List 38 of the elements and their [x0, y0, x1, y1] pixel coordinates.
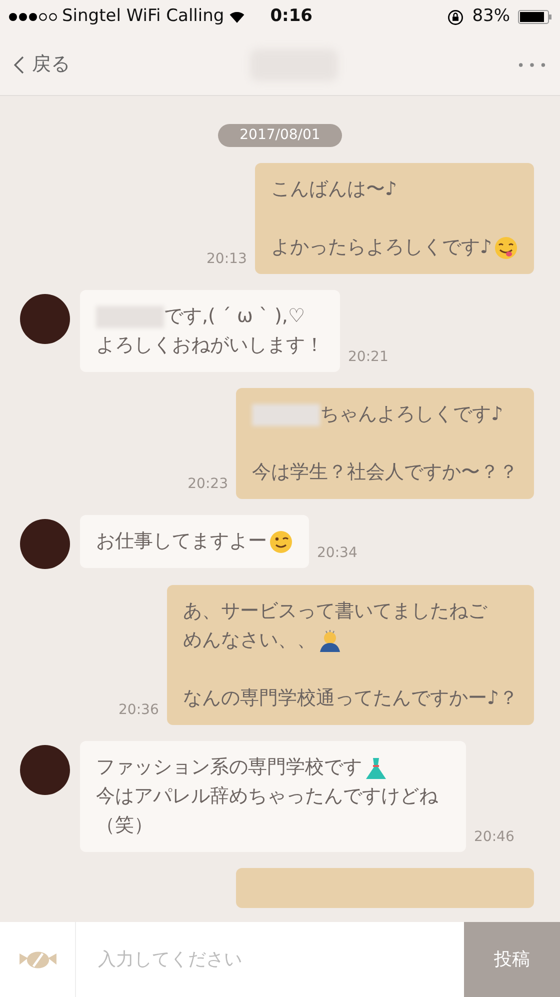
tongue-face-icon — [494, 236, 518, 260]
date-label: 2017/08/01 — [218, 124, 342, 147]
dress-icon — [364, 756, 388, 780]
more-icon — [518, 62, 546, 68]
message-text: よかったらよろしくです♪ — [270, 235, 492, 260]
message-time: 20:21 — [347, 348, 390, 367]
message-text: ファッション系の専門学校です — [96, 755, 362, 780]
message-text: なんの専門学校通ってたんですかー♪？ — [182, 686, 518, 711]
winking-face-icon — [269, 530, 293, 554]
battery-icon — [518, 10, 552, 24]
message-time: 20:23 — [186, 475, 229, 494]
message-text: ちゃんよろしくです♪ — [320, 402, 504, 427]
redacted-name — [252, 404, 320, 426]
message-text: 今は学生？社会人ですか〜？？ — [252, 460, 518, 485]
wifi-icon — [228, 10, 246, 24]
message-text: よろしくおねがいします！ — [96, 333, 324, 358]
avatar — [20, 745, 70, 795]
battery-percent: 83% — [472, 5, 510, 28]
message-time: 20:34 — [316, 544, 358, 563]
message-time: 20:46 — [473, 828, 516, 847]
message-text: 今はアパレル辞めちゃったんですけどね（笑） — [96, 784, 439, 838]
message-input[interactable]: 入力してください — [76, 922, 464, 997]
message-text: あ、サービスって書いてましたねご — [182, 599, 487, 624]
message-text: こんばんは〜♪ — [270, 177, 397, 202]
message-text: めんなさい、、 — [182, 628, 316, 653]
rotation-lock-icon — [447, 8, 464, 26]
signal-icon — [8, 12, 58, 22]
bowing-person-icon — [318, 628, 342, 652]
chevron-left-icon — [14, 56, 24, 74]
back-button[interactable]: 戻る — [10, 46, 74, 83]
avatar — [20, 294, 70, 344]
status-time: 0:16 — [270, 5, 312, 28]
message-text: です,( ´ ω ` ),♡ — [164, 304, 306, 329]
avatar — [20, 519, 70, 569]
carrier-name: Singtel WiFi Calling — [62, 5, 224, 28]
message-text: お仕事してますよー — [96, 529, 267, 554]
message-time: 20:36 — [118, 701, 160, 720]
message-time: 20:13 — [206, 250, 248, 269]
